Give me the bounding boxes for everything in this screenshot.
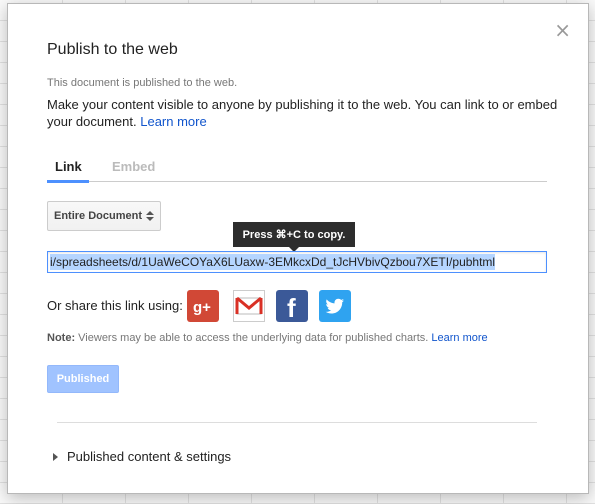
gmail-icon [235, 296, 263, 315]
copy-tooltip: Press ⌘+C to copy. [233, 222, 355, 252]
scope-select-value: Entire Document [54, 210, 143, 222]
expand-triangle-icon [53, 452, 58, 461]
divider [57, 422, 537, 423]
tab-bar: Link Embed [47, 156, 547, 183]
note-text: Viewers may be able to access the underl… [78, 332, 429, 344]
dialog-title: Publish to the web [47, 41, 178, 58]
google-plus-glyph: g+ [193, 299, 211, 316]
tab-embed[interactable]: Embed [112, 159, 155, 174]
copy-tooltip-text: Press ⌘+C to copy. [242, 229, 346, 241]
twitter-bird-icon [325, 298, 344, 314]
facebook-glyph: f [287, 293, 296, 322]
tab-link[interactable]: Link [55, 159, 82, 174]
publish-status: This document is published to the web. [47, 77, 238, 89]
updown-arrows-icon [146, 211, 154, 221]
close-icon[interactable]: × [554, 20, 571, 40]
publish-dialog: × Publish to the web This document is pu… [7, 3, 589, 494]
share-label: Or share this link using: [47, 298, 183, 313]
description-text: Make your content visible to anyone by p… [47, 97, 558, 129]
twitter-share-button[interactable] [319, 290, 351, 322]
published-settings-expander[interactable]: Published content & settings [53, 449, 231, 464]
facebook-icon: f [287, 293, 296, 323]
google-plus-share-button[interactable]: g+ [187, 290, 219, 322]
data-access-note: Note: Viewers may be able to access the … [47, 332, 488, 344]
note-prefix: Note: [47, 332, 76, 344]
google-plus-icon: g+ [193, 299, 211, 316]
expander-label: Published content & settings [67, 449, 232, 464]
scope-select[interactable]: Entire Document [47, 201, 161, 231]
description: Make your content visible to anyone by p… [47, 96, 567, 130]
published-url-field[interactable]: i/spreadsheets/d/1UaWeCOYaX6LUaxw-3EMkcx… [47, 251, 547, 273]
published-button[interactable]: Published [47, 365, 119, 393]
facebook-share-button[interactable]: f [276, 290, 308, 323]
note-learn-more-link[interactable]: Learn more [431, 332, 487, 344]
active-tab-indicator [47, 180, 89, 183]
published-url-value: i/spreadsheets/d/1UaWeCOYaX6LUaxw-3EMkcx… [50, 254, 496, 270]
learn-more-link[interactable]: Learn more [140, 114, 206, 129]
gmail-share-button[interactable] [233, 290, 265, 322]
